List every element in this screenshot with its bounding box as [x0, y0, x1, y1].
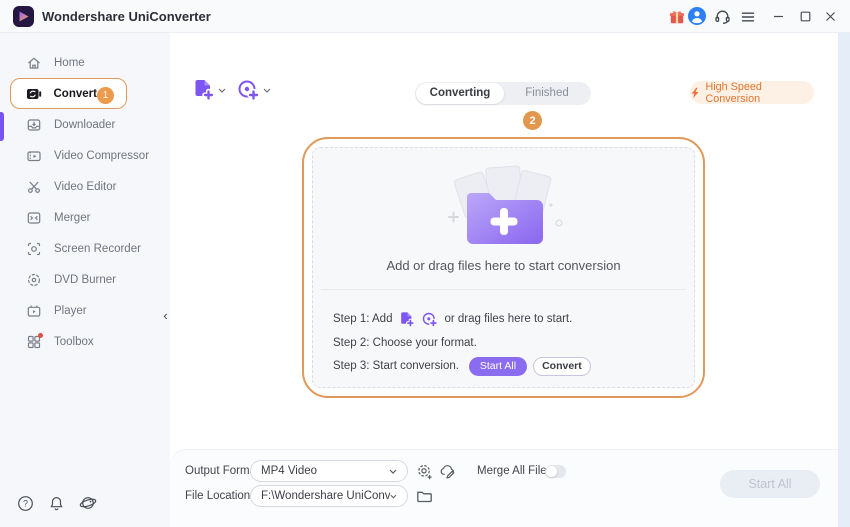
step-3-row: Step 3: Start conversion. Start All Conv… [333, 356, 591, 376]
merger-icon [26, 210, 42, 226]
sidebar-item-label: Screen Recorder [54, 243, 141, 255]
tab-converting[interactable]: Converting [416, 83, 504, 104]
home-badge: 1 [97, 87, 114, 104]
cloud-edit-icon[interactable] [439, 462, 457, 480]
gift-promo-icon[interactable] [668, 8, 685, 25]
maximize-icon[interactable] [797, 8, 814, 25]
merge-all-files-label: Merge All Files: [477, 465, 556, 477]
chevron-down-icon [263, 88, 271, 93]
menu-icon[interactable] [739, 8, 756, 25]
step-badge: 2 [523, 111, 542, 130]
sidebar-item-home[interactable]: Home [0, 47, 170, 78]
help-icon[interactable]: ? [17, 495, 34, 517]
sidebar-item-label: Home [54, 57, 85, 69]
sidebar-item-video-editor[interactable]: Video Editor [0, 171, 170, 202]
sidebar-item-label: Video Editor [54, 181, 116, 193]
chevron-down-icon [218, 88, 226, 93]
video-editor-icon [26, 179, 42, 195]
sidebar-item-label: DVD Burner [54, 274, 116, 286]
add-dvd-icon [236, 78, 260, 102]
toolbox-new-dot [38, 333, 43, 338]
downloader-icon [26, 117, 42, 133]
sidebar-item-label: Player [54, 305, 87, 317]
sidebar-item-label: Merger [54, 212, 90, 224]
step-3-text: Step 3: Start conversion. [333, 360, 459, 372]
user-account-icon[interactable] [688, 7, 706, 25]
player-icon [26, 303, 42, 319]
step-1-suffix: or drag files here to start. [444, 313, 572, 325]
screen-recorder-icon [26, 241, 42, 257]
output-format-value: MP4 Video [261, 465, 317, 477]
add-dvd-button[interactable] [236, 78, 271, 102]
queue-tabs: Converting Finished [415, 82, 591, 105]
step-2-row: Step 2: Choose your format. [333, 333, 477, 353]
app-title: Wondershare UniConverter [42, 0, 211, 33]
sidebar-item-video-compressor[interactable]: Video Compressor [0, 140, 170, 171]
toggle-knob [546, 466, 557, 477]
svg-text:?: ? [23, 498, 28, 508]
converter-icon [26, 86, 42, 102]
sidebar-item-merger[interactable]: Merger [0, 202, 170, 233]
app-window: Wondershare UniConverter [0, 0, 850, 527]
dropzone-prompt: Add or drag files here to start conversi… [313, 258, 694, 273]
high-speed-label: High Speed Conversion [705, 81, 814, 105]
sidebar-item-downloader[interactable]: Downloader [0, 109, 170, 140]
step-1-prefix: Step 1: Add [333, 313, 392, 325]
sidebar-item-player[interactable]: Player [0, 295, 170, 326]
convert-hint-button[interactable]: Convert [533, 357, 591, 376]
close-icon[interactable] [822, 8, 839, 25]
conversion-settings-icon[interactable] [415, 462, 433, 480]
sidebar-footer: ? [0, 494, 170, 517]
file-location-label: File Location: [185, 490, 253, 502]
dropzone[interactable]: Add or drag files here to start conversi… [312, 147, 695, 388]
sidebar-item-dvd-burner[interactable]: DVD Burner [0, 264, 170, 295]
start-all-hint-button[interactable]: Start All [469, 357, 527, 376]
add-file-icon [191, 78, 215, 102]
home-icon [26, 55, 42, 71]
step-1-row: Step 1: Add or d [333, 308, 572, 330]
sidebar: Home Converter Downloader [0, 33, 170, 527]
dvd-burner-icon [26, 272, 42, 288]
divider [321, 289, 686, 290]
folder-illustration [313, 161, 694, 261]
feedback-icon[interactable] [79, 494, 97, 517]
sidebar-item-toolbox[interactable]: Toolbox [0, 326, 170, 357]
chevron-down-icon [389, 469, 397, 474]
tab-finished[interactable]: Finished [503, 82, 591, 105]
window-edge-strip [838, 33, 850, 527]
merge-all-files-toggle[interactable] [545, 465, 566, 478]
file-location-select[interactable]: F:\Wondershare UniConverter [250, 485, 408, 507]
video-compressor-icon [26, 148, 42, 164]
active-item-accent-bar [0, 112, 4, 141]
file-location-value: F:\Wondershare UniConverter [261, 490, 390, 502]
minimize-icon[interactable] [770, 8, 787, 25]
start-all-button[interactable]: Start All [720, 470, 820, 498]
support-headset-icon[interactable] [714, 8, 731, 25]
titlebar: Wondershare UniConverter [0, 0, 850, 33]
app-logo-icon [13, 6, 34, 27]
step-2-text: Step 2: Choose your format. [333, 337, 477, 349]
chevron-down-icon [390, 494, 397, 499]
sidebar-item-screen-recorder[interactable]: Screen Recorder [0, 233, 170, 264]
open-folder-icon[interactable] [415, 487, 433, 505]
sidebar-item-label: Downloader [54, 119, 115, 131]
output-format-select[interactable]: MP4 Video [250, 460, 408, 482]
notifications-bell-icon[interactable] [48, 495, 65, 517]
footer-bar: Output Format: MP4 Video Merge All Files… [170, 450, 838, 527]
sidebar-item-label: Toolbox [54, 336, 94, 348]
sidebar-item-label: Video Compressor [54, 150, 149, 162]
add-files-button[interactable] [191, 78, 226, 102]
lightning-bolt-icon [690, 87, 700, 99]
add-dvd-icon [421, 311, 438, 328]
high-speed-conversion-button[interactable]: High Speed Conversion [690, 81, 814, 104]
add-file-icon [398, 311, 415, 328]
